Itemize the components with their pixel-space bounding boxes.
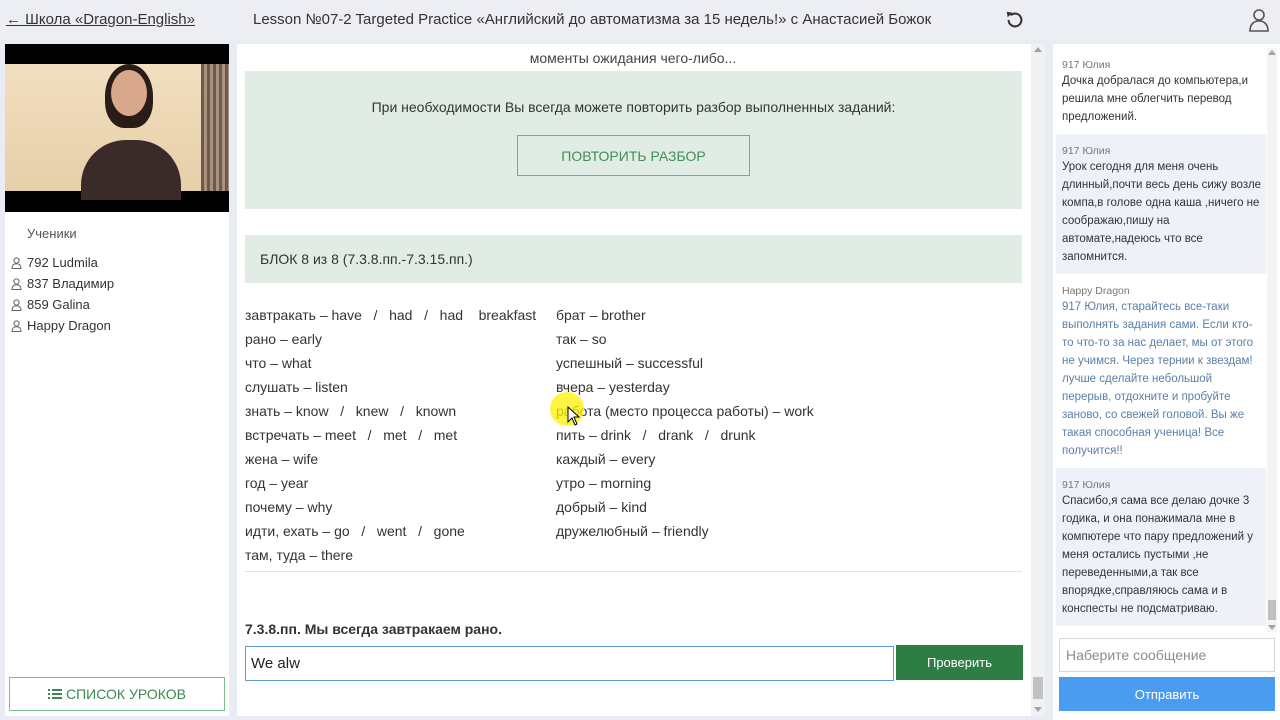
block-header: БЛОК 8 из 8 (7.3.8.пп.-7.3.15.пп.) bbox=[245, 235, 1022, 283]
video-person-head bbox=[111, 70, 147, 116]
message-text: Спасибо,я сама все делаю дочке 3 годика,… bbox=[1062, 495, 1253, 615]
chat-message: 917 Юлия Спасибо,я сама все делаю дочке … bbox=[1056, 468, 1266, 626]
teacher-video[interactable] bbox=[5, 44, 229, 212]
check-answer-button[interactable]: Проверить bbox=[896, 645, 1023, 680]
lesson-title: Lesson №07-2 Targeted Practice «Английск… bbox=[253, 11, 932, 28]
section-divider bbox=[245, 571, 1022, 572]
vocab-item: пить – drink / drank / drunk bbox=[556, 427, 756, 443]
answer-input[interactable] bbox=[245, 646, 894, 681]
person-icon bbox=[11, 298, 22, 311]
repeat-review-button[interactable]: ПОВТОРИТЬ РАЗБОР bbox=[517, 135, 750, 176]
scroll-down-arrow-icon[interactable] bbox=[1268, 625, 1276, 630]
person-icon bbox=[11, 256, 22, 269]
chat-message-input[interactable] bbox=[1059, 638, 1275, 672]
student-name: 837 Владимир bbox=[27, 276, 115, 291]
vocab-item: почему – why bbox=[245, 499, 333, 515]
message-author: 917 Юлия bbox=[1062, 479, 1111, 491]
students-heading: Ученики bbox=[27, 226, 77, 241]
left-sidebar: Ученики 792 Ludmila 837 Владимир 859 Gal… bbox=[5, 44, 229, 716]
message-author: 917 Юлия bbox=[1062, 145, 1111, 157]
chat-messages: 917 Юлия Дочка добралася до компьютера,и… bbox=[1056, 48, 1266, 634]
user-profile-icon[interactable] bbox=[1248, 8, 1270, 32]
student-item: 837 Владимир bbox=[11, 273, 114, 294]
back-to-school-link[interactable]: ← Школа «Dragon-English» bbox=[6, 11, 195, 28]
mouse-pointer-icon bbox=[567, 406, 581, 426]
vocab-item: успешный – successful bbox=[556, 355, 703, 371]
vocab-item: завтракать – have / had / had breakfast bbox=[245, 307, 537, 323]
block-title: БЛОК 8 из 8 (7.3.8.пп.-7.3.15.пп.) bbox=[260, 251, 473, 267]
vocab-item: год – year bbox=[245, 475, 309, 491]
task-prompt: 7.3.8.пп. Мы всегда завтракаем рано. bbox=[245, 621, 502, 637]
lesson-list-label: СПИСОК УРОКОВ bbox=[65, 686, 186, 702]
message-text: Урок сегодня для меня очень длинный,почт… bbox=[1062, 161, 1262, 263]
repeat-review-panel: При необходимости Вы всегда можете повто… bbox=[245, 71, 1022, 209]
vocab-item: что – what bbox=[245, 355, 312, 371]
message-text: Дочка добралася до компьютера,и решила м… bbox=[1062, 75, 1248, 123]
vocab-item: так – so bbox=[556, 331, 607, 347]
scroll-down-arrow-icon[interactable] bbox=[1034, 707, 1042, 712]
student-item: 859 Galina bbox=[11, 294, 114, 315]
vocab-item: утро – morning bbox=[556, 475, 652, 491]
lesson-list-button[interactable]: СПИСОК УРОКОВ bbox=[9, 677, 225, 711]
vocab-item: рано – early bbox=[245, 331, 322, 347]
vocabulary-column-left: завтракать – have / had / had breakfast … bbox=[245, 307, 536, 571]
truncated-text: моменты ожидания чего-либо... bbox=[529, 50, 737, 66]
message-author: 917 Юлия bbox=[1062, 59, 1111, 71]
vocab-item: слушать – listen bbox=[245, 379, 348, 395]
vocab-item: каждый – every bbox=[556, 451, 656, 467]
chat-message: 917 Юлия Дочка добралася до компьютера,и… bbox=[1056, 48, 1266, 134]
scrollbar-thumb[interactable] bbox=[1033, 677, 1043, 699]
repeat-review-text: При необходимости Вы всегда можете повто… bbox=[371, 99, 896, 115]
chat-scrollbar[interactable] bbox=[1267, 48, 1277, 632]
student-name: 792 Ludmila bbox=[27, 255, 98, 270]
vocab-item: вчера – yesterday bbox=[556, 379, 670, 395]
student-item: Happy Dragon bbox=[11, 315, 114, 336]
vocab-item: дружелюбный – friendly bbox=[556, 523, 709, 539]
student-name: Happy Dragon bbox=[27, 318, 111, 333]
top-bar: ← Школа «Dragon-English» Lesson №07-2 Ta… bbox=[0, 0, 1280, 40]
vocab-item: идти, ехать – go / went / gone bbox=[245, 523, 465, 539]
lesson-content: моменты ожидания чего-либо... При необхо… bbox=[237, 44, 1045, 716]
vocab-item: жена – wife bbox=[245, 451, 319, 467]
message-author: Happy Dragon bbox=[1062, 285, 1130, 297]
vocab-item: добрый – kind bbox=[556, 499, 647, 515]
vocabulary-column-right: брат – brother так – so успешный – succe… bbox=[556, 307, 814, 547]
scroll-up-arrow-icon[interactable] bbox=[1034, 47, 1042, 52]
main-scrollbar[interactable] bbox=[1031, 44, 1045, 716]
student-item: 792 Ludmila bbox=[11, 252, 114, 273]
list-icon bbox=[47, 689, 62, 699]
chat-message: 917 Юлия Урок сегодня для меня очень дли… bbox=[1056, 134, 1266, 274]
students-list: 792 Ludmila 837 Владимир 859 Galina Happ… bbox=[11, 252, 114, 336]
vocab-item: знать – know / knew / known bbox=[245, 403, 457, 419]
chat-message: Happy Dragon 917 Юлия, старайтесь все-та… bbox=[1056, 274, 1266, 468]
scroll-up-arrow-icon[interactable] bbox=[1268, 50, 1276, 55]
video-curtain bbox=[201, 64, 229, 191]
scrollbar-thumb[interactable] bbox=[1268, 600, 1276, 620]
message-text: 917 Юлия, старайтесь все-таки выполнять … bbox=[1062, 301, 1254, 457]
vocab-item: там, туда – there bbox=[245, 547, 353, 563]
vocab-item: встречать – meet / met / met bbox=[245, 427, 458, 443]
student-name: 859 Galina bbox=[27, 297, 90, 312]
refresh-icon[interactable] bbox=[1004, 9, 1026, 31]
chat-panel: 917 Юлия Дочка добралася до компьютера,и… bbox=[1053, 44, 1280, 720]
send-message-button[interactable]: Отправить bbox=[1059, 677, 1275, 711]
vocab-item: работа (место процесса работы) – work bbox=[556, 403, 814, 419]
person-icon bbox=[11, 319, 22, 332]
vocab-item: брат – brother bbox=[556, 307, 646, 323]
person-icon bbox=[11, 277, 22, 290]
